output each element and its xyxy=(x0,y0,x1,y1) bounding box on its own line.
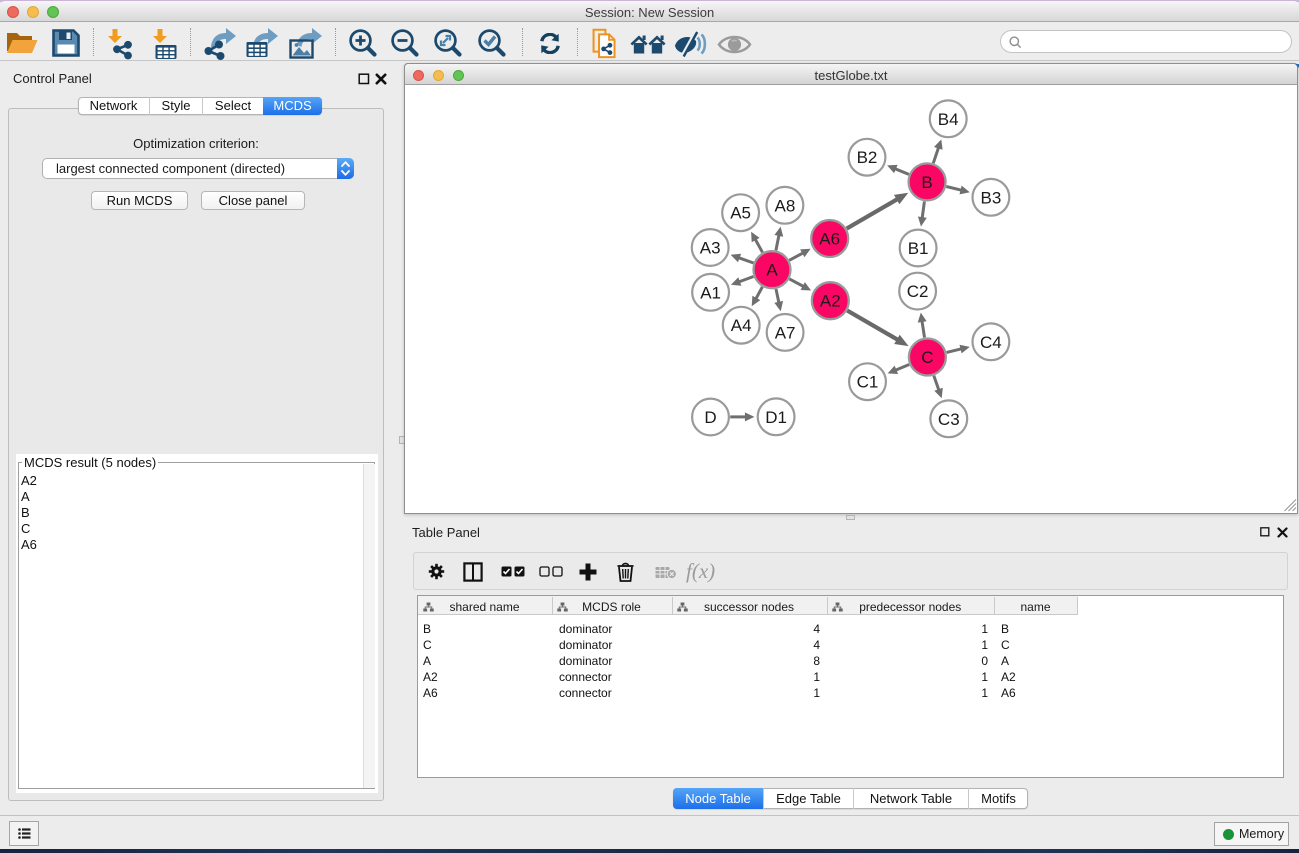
svg-text:D1: D1 xyxy=(765,408,787,427)
svg-text:D: D xyxy=(704,408,716,427)
svg-text:A1: A1 xyxy=(700,283,721,302)
svg-text:C4: C4 xyxy=(980,333,1002,352)
svg-text:B4: B4 xyxy=(938,110,959,129)
svg-text:A6: A6 xyxy=(819,230,840,249)
svg-text:A7: A7 xyxy=(775,323,796,342)
svg-text:C3: C3 xyxy=(938,410,960,429)
svg-text:A4: A4 xyxy=(731,316,752,335)
svg-text:B3: B3 xyxy=(981,188,1002,207)
svg-text:B1: B1 xyxy=(908,239,929,258)
svg-text:A8: A8 xyxy=(775,196,796,215)
svg-text:A: A xyxy=(766,261,778,280)
svg-text:C1: C1 xyxy=(857,373,879,392)
svg-text:A2: A2 xyxy=(820,292,841,311)
svg-text:A3: A3 xyxy=(700,239,721,258)
svg-text:C2: C2 xyxy=(907,282,929,301)
svg-text:C: C xyxy=(921,348,933,367)
svg-text:A5: A5 xyxy=(730,204,751,223)
svg-text:B2: B2 xyxy=(857,148,878,167)
svg-text:B: B xyxy=(921,173,932,192)
